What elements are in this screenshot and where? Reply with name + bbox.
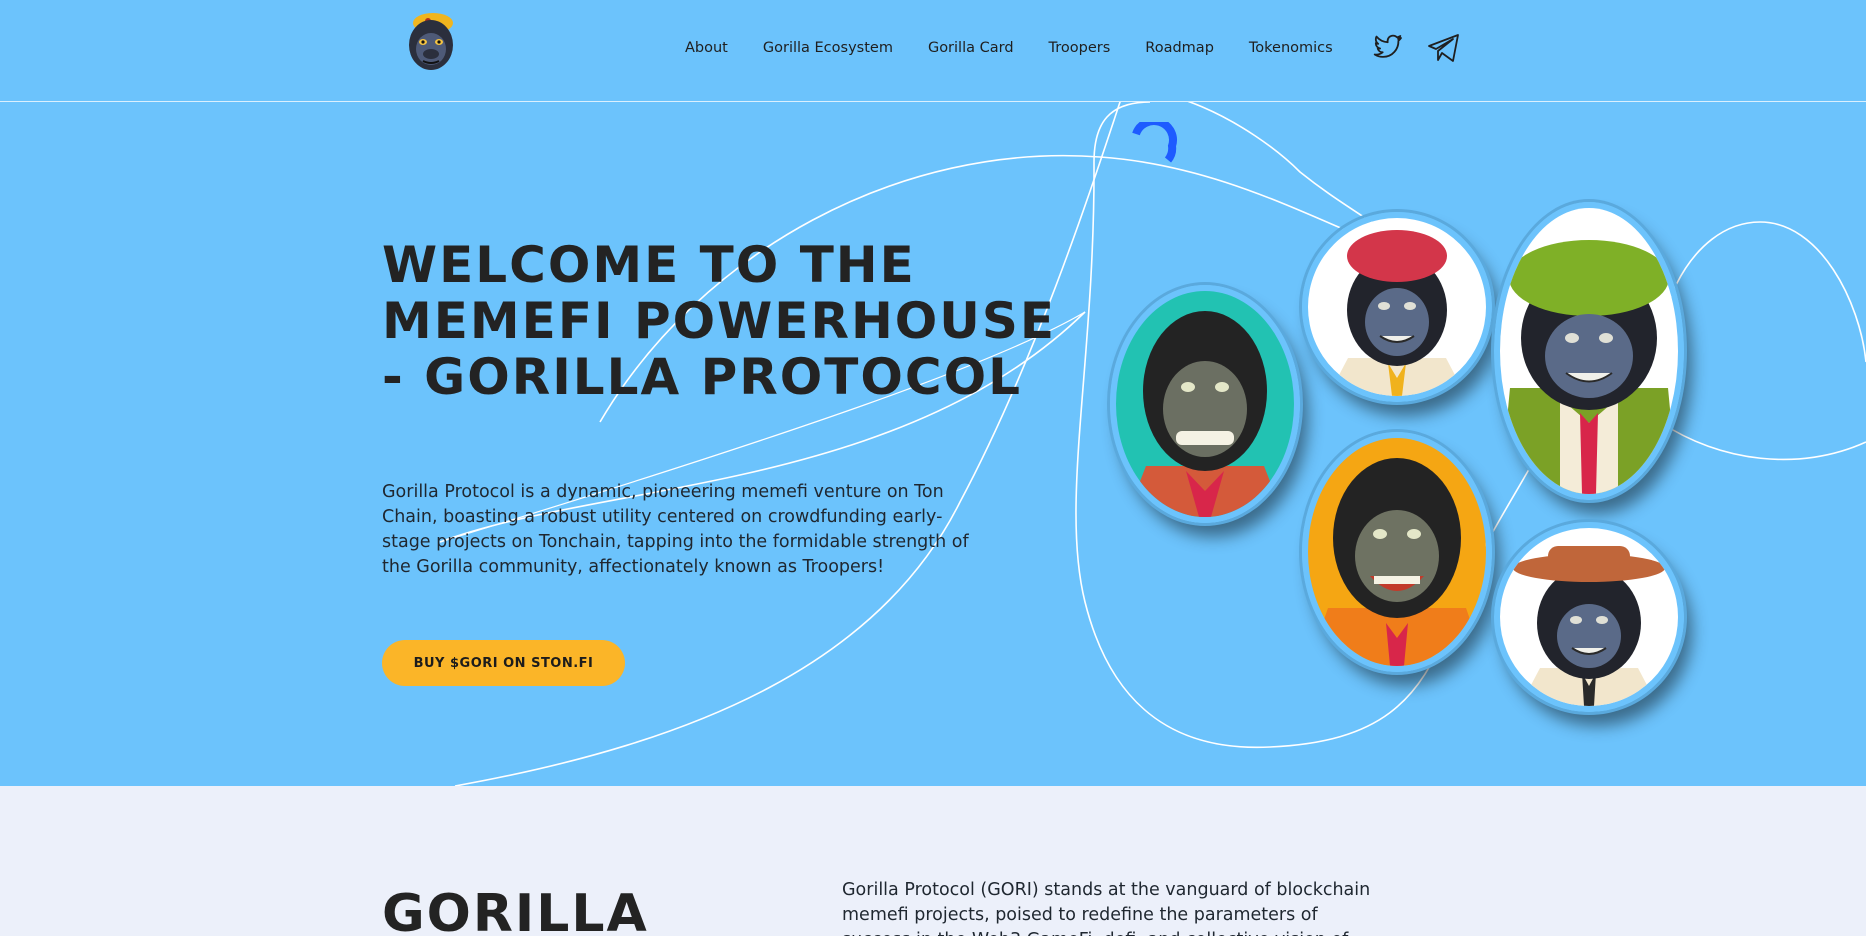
gorilla-logo[interactable]: [403, 9, 459, 73]
gorilla-avatar-green-hat: [1494, 202, 1684, 500]
gorilla-avatar-orange: [1302, 432, 1492, 672]
gorilla-avatar-red-cap: [1302, 212, 1492, 402]
nav-about[interactable]: About: [685, 40, 728, 56]
hero-description: Gorilla Protocol is a dynamic, pioneerin…: [382, 482, 969, 577]
nav-troopers[interactable]: Troopers: [1049, 40, 1111, 56]
about-section: GORILLA Gorilla Protocol (GORI) stands a…: [0, 786, 1866, 936]
about-title: GORILLA: [382, 884, 649, 936]
twitter-icon[interactable]: [1373, 33, 1407, 65]
main-nav: About Gorilla Ecosystem Gorilla Card Tro…: [685, 40, 1333, 56]
nav-gorilla-ecosystem[interactable]: Gorilla Ecosystem: [763, 40, 893, 56]
about-text: Gorilla Protocol (GORI) stands at the va…: [842, 880, 1371, 936]
loading-spinner-icon: [1128, 117, 1178, 172]
telegram-icon[interactable]: [1427, 33, 1461, 65]
hero-title: WELCOME TO THE MEMEFI POWERHOUSE - GORIL…: [382, 236, 1057, 406]
nav-roadmap[interactable]: Roadmap: [1145, 40, 1214, 56]
nav-tokenomics[interactable]: Tokenomics: [1249, 40, 1333, 56]
gorilla-avatar-brown-hat: [1494, 522, 1684, 712]
site-header: About Gorilla Ecosystem Gorilla Card Tro…: [0, 0, 1866, 102]
gorilla-avatar-teal: [1110, 285, 1300, 523]
buy-gori-button[interactable]: BUY $GORI ON STON.FI: [382, 640, 625, 686]
nav-gorilla-card[interactable]: Gorilla Card: [928, 40, 1014, 56]
hero-section: WELCOME TO THE MEMEFI POWERHOUSE - GORIL…: [0, 102, 1866, 786]
